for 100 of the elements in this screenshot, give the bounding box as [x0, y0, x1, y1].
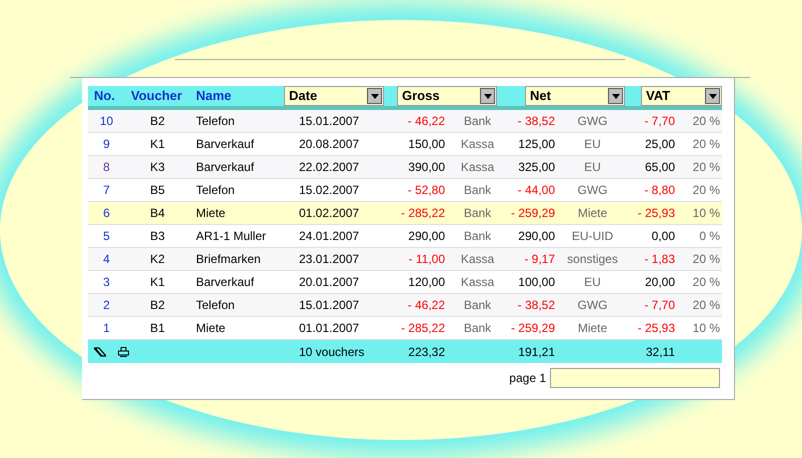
table-cell: - 38,52: [518, 298, 555, 312]
table-cell: Kassa: [460, 160, 494, 174]
table-cell: Bank: [464, 298, 492, 312]
table-cell: 23.01.2007: [299, 252, 360, 266]
table-cell: 100,00: [518, 275, 555, 289]
table-cell: - 25,93: [638, 206, 675, 220]
table-cell: 15.01.2007: [299, 298, 360, 312]
table-row[interactable]: 4 K2 Briefmarken 23.01.2007 - 11,00 Kassa - 9,17 sonstiges - 1,83 20 %: [88, 248, 722, 271]
table-cell: 150,00: [408, 137, 445, 151]
table-cell: EU: [584, 137, 601, 151]
table-row[interactable]: 6 B4 Miete 01.02.2007 - 285,22 Bank - 259,29 Miete - 25,93 10 %: [88, 202, 722, 225]
table-cell: Telefon: [196, 114, 235, 128]
table-cell: EU: [584, 275, 601, 289]
table-cell: 125,00: [518, 137, 555, 151]
table-cell: - 7,70: [644, 298, 675, 312]
column-header[interactable]: Name: [190, 86, 232, 106]
table-cell: 10 %: [692, 206, 720, 220]
table-cell: GWG: [578, 298, 608, 312]
table-cell: 65,00: [644, 160, 675, 174]
table-cell: Miete: [578, 321, 608, 335]
row-number-link[interactable]: 1: [103, 321, 110, 335]
table-cell: sonstiges: [567, 252, 618, 266]
table-cell: 24.01.2007: [299, 229, 360, 243]
table-cell: 20 %: [692, 252, 720, 266]
table-cell: Miete: [578, 206, 608, 220]
table-cell: 0 %: [699, 229, 720, 243]
row-number-link[interactable]: 4: [103, 252, 110, 266]
row-number-link[interactable]: 9: [103, 137, 110, 151]
row-number-link[interactable]: 5: [103, 229, 110, 243]
table-cell: 325,00: [518, 160, 555, 174]
table-cell: 20.08.2007: [299, 137, 360, 151]
column-filter-dropdown[interactable]: Net: [525, 86, 625, 106]
table-cell: 20 %: [692, 137, 720, 151]
table-cell: 20 %: [692, 114, 720, 128]
column-filter-dropdown[interactable]: VAT: [641, 86, 722, 106]
table-cell: Telefon: [196, 183, 235, 197]
table-cell: K1: [150, 137, 165, 151]
row-number-link[interactable]: 3: [103, 275, 110, 289]
table-cell: Bank: [464, 114, 492, 128]
table-row[interactable]: 8 K3 Barverkauf 22.02.2007 390,00 Kassa 325,00 EU 65,00 20 %: [88, 156, 722, 179]
table-cell: - 46,22: [408, 114, 445, 128]
table-cell: K1: [150, 275, 165, 289]
column-filter-dropdown[interactable]: Date: [284, 86, 384, 106]
column-filter-dropdown[interactable]: Gross: [397, 86, 497, 106]
table-cell: Bank: [464, 229, 492, 243]
table-cell: - 259,29: [510, 321, 555, 335]
table-cell: 0,00: [652, 229, 675, 243]
table-cell: EU: [584, 160, 601, 174]
table-cell: Bank: [464, 206, 492, 220]
table-cell: 290,00: [518, 229, 555, 243]
table-cell: - 285,22: [400, 206, 445, 220]
table-cell: Barverkauf: [196, 160, 254, 174]
table-cell: K3: [150, 160, 165, 174]
table-cell: 390,00: [408, 160, 445, 174]
table-cell: - 25,93: [638, 321, 675, 335]
table-cell: Barverkauf: [196, 137, 254, 151]
table-cell: - 46,22: [408, 298, 445, 312]
table-cell: 25,00: [644, 137, 675, 151]
table-cell: - 9,17: [524, 252, 555, 266]
total-value: 191,21: [518, 344, 555, 358]
total-value: 32,11: [646, 344, 675, 358]
table-cell: - 8,80: [644, 183, 675, 197]
table-cell: EU-UID: [572, 229, 614, 243]
table-cell: 20,00: [644, 275, 675, 289]
table-cell: Kassa: [460, 137, 494, 151]
table-cell: 20.01.2007: [299, 275, 360, 289]
table-cell: B2: [150, 298, 165, 312]
row-number-link[interactable]: 6: [103, 206, 110, 220]
voucher-count: 10 vouchers: [299, 344, 364, 358]
table-cell: Bank: [464, 183, 492, 197]
table-cell: - 44,00: [518, 183, 555, 197]
table-cell: Briefmarken: [196, 252, 261, 266]
column-header[interactable]: Voucher: [125, 86, 182, 106]
table-cell: B5: [150, 183, 165, 197]
row-number-link[interactable]: 10: [100, 114, 114, 128]
table-cell: - 38,52: [518, 114, 555, 128]
table-cell: AR1-1 Muller: [196, 229, 266, 243]
table-cell: GWG: [578, 114, 608, 128]
table-cell: - 1,83: [644, 252, 675, 266]
table-cell: Miete: [196, 321, 226, 335]
table-cell: 10 %: [692, 321, 720, 335]
row-number-link[interactable]: 2: [103, 298, 110, 312]
table-row[interactable]: 10 B2 Telefon 15.01.2007 - 46,22 Bank - 38,52 GWG - 7,70 20 %: [88, 110, 722, 133]
column-header[interactable]: No.: [88, 86, 115, 106]
table-cell: 01.02.2007: [299, 206, 360, 220]
table-row[interactable]: 2 B2 Telefon 15.01.2007 - 46,22 Bank - 38,52 GWG - 7,70 20 %: [88, 294, 722, 317]
row-number-link[interactable]: 7: [103, 183, 110, 197]
table-cell: 01.01.2007: [299, 321, 360, 335]
table-cell: Bank: [464, 321, 492, 335]
table-cell: Telefon: [196, 298, 235, 312]
row-number-link[interactable]: 8: [103, 160, 110, 174]
table-cell: 22.02.2007: [299, 160, 360, 174]
table-cell: - 285,22: [400, 321, 445, 335]
table-cell: Kassa: [460, 275, 494, 289]
table-cell: B2: [150, 114, 165, 128]
table-cell: B1: [150, 321, 165, 335]
table-cell: 20 %: [692, 298, 720, 312]
table-cell: 20 %: [692, 183, 720, 197]
table-cell: B3: [150, 229, 165, 243]
table-cell: 20 %: [692, 275, 720, 289]
